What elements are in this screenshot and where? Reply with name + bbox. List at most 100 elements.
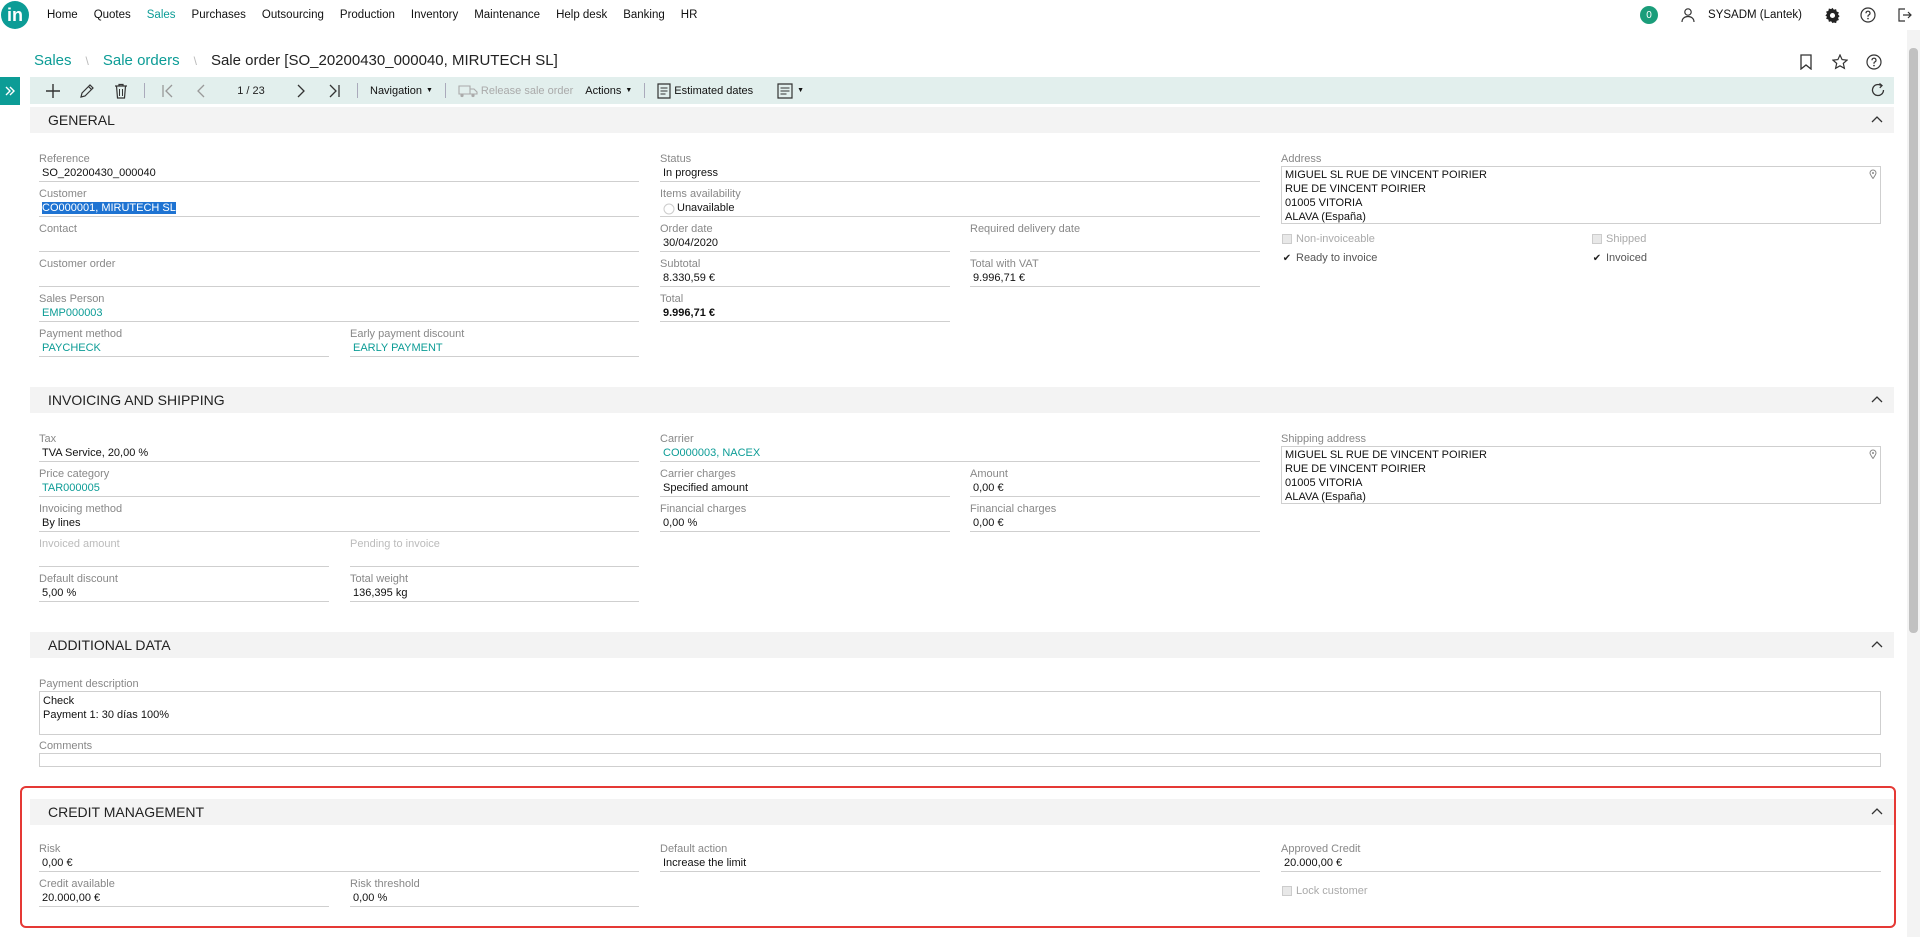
gear-icon[interactable] [1822,5,1842,25]
chevron-up-icon[interactable] [1870,805,1884,819]
amount-input[interactable]: 0,00 € [970,481,1260,497]
menu-item-purchases[interactable]: Purchases [184,9,254,21]
field-approved-credit: Approved Credit 20.000,00 € [1281,843,1881,872]
previous-record-icon[interactable] [185,77,219,104]
default-discount-input[interactable]: 5,00 % [39,586,329,602]
address-line: RUE DE VINCENT POIRIER [1285,463,1426,475]
breadcrumb-sales[interactable]: Sales [34,52,72,69]
field-label: Carrier [660,433,694,445]
ready-to-invoice-checkbox[interactable]: ✔ Ready to invoice [1282,252,1378,264]
release-sale-order-button[interactable]: Release sale order [452,84,579,98]
app-logo[interactable]: in [1,1,29,29]
risk-threshold-input[interactable]: 0,00 % [350,891,639,907]
map-pin-icon[interactable] [1869,169,1877,179]
map-pin-icon[interactable] [1869,449,1877,459]
address-line: ALAVA (España) [1285,211,1366,223]
menu-item-inventory[interactable]: Inventory [403,9,466,21]
actions-menu[interactable]: Actions ▼ [579,85,638,97]
reference-input[interactable]: SO_20200430_000040 [39,166,639,182]
estimated-dates-button[interactable]: Estimated dates [651,82,759,99]
sales-person-input[interactable]: EMP000003 [39,306,639,322]
checkmark-icon: ✔ [1282,252,1292,264]
shipped-checkbox[interactable]: Shipped [1592,233,1646,245]
section-credit-management: CREDIT MANAGEMENT Risk 0,00 € Credit ava… [30,799,1894,925]
items-availability-input[interactable]: Unavailable [660,201,1260,217]
last-record-icon[interactable] [317,77,351,104]
field-customer-order: Customer order [39,258,639,287]
delete-icon[interactable] [104,77,138,104]
customer-input[interactable]: CO000001, MIRUTECH SL [39,201,639,217]
truck-icon [458,84,478,97]
user-name[interactable]: SYSADM (Lantek) [1708,9,1802,21]
section-header-credit[interactable]: CREDIT MANAGEMENT [30,799,1894,825]
section-header-invoicing[interactable]: INVOICING AND SHIPPING [30,387,1894,413]
help-icon[interactable] [1858,5,1878,25]
early-payment-input[interactable]: EARLY PAYMENT [350,341,639,357]
field-label: Customer order [39,258,116,270]
sidebar-toggle[interactable] [0,77,20,105]
required-delivery-date-input[interactable] [970,236,1260,252]
comments-textarea[interactable] [39,753,1881,767]
menu-item-maintenance[interactable]: Maintenance [466,9,548,21]
total-with-vat-value: 9.996,71 € [970,271,1260,287]
lock-customer-checkbox[interactable]: Lock customer [1282,885,1368,897]
invoiced-amount-value [39,551,329,567]
payment-description-textarea[interactable]: Check Payment 1: 30 días 100% [39,691,1881,735]
invoicing-method-input[interactable]: By lines [39,516,639,532]
approved-credit-input[interactable]: 20.000,00 € [1281,856,1881,872]
menu-item-production[interactable]: Production [332,9,403,21]
next-record-icon[interactable] [283,77,317,104]
address-textarea[interactable]: MIGUEL SL RUE DE VINCENT POIRIER RUE DE … [1281,166,1881,224]
financial-charges-amount-input[interactable]: 0,00 € [970,516,1260,532]
carrier-input[interactable]: CO000003, NACEX [660,446,1260,462]
menu-item-quotes[interactable]: Quotes [86,9,139,21]
user-icon[interactable] [1678,5,1698,25]
field-total-weight: Total weight 136,395 kg [350,573,639,602]
chevron-up-icon[interactable] [1870,638,1884,652]
edit-icon[interactable] [70,77,104,104]
star-icon[interactable] [1830,52,1850,72]
section-title: ADDITIONAL DATA [48,637,171,653]
scrollbar-thumb[interactable] [1909,48,1918,633]
section-header-additional[interactable]: ADDITIONAL DATA [30,632,1894,658]
chevron-up-icon[interactable] [1870,113,1884,127]
carrier-charges-input[interactable]: Specified amount [660,481,950,497]
menu-item-sales[interactable]: Sales [139,9,184,21]
first-record-icon[interactable] [151,77,185,104]
record-pager: 1 / 23 [237,84,265,97]
field-label: Risk threshold [350,878,420,890]
status-input[interactable]: In progress [660,166,1260,182]
estimated-dates-label: Estimated dates [674,84,754,97]
menu-item-help-desk[interactable]: Help desk [548,9,615,21]
add-icon[interactable] [36,77,70,104]
financial-charges-percent-input[interactable]: 0,00 % [660,516,950,532]
caret-down-icon: ▼ [425,87,433,94]
chevron-up-icon[interactable] [1870,393,1884,407]
shipping-address-textarea[interactable]: MIGUEL SL RUE DE VINCENT POIRIER RUE DE … [1281,446,1881,504]
document-icon [657,82,671,99]
payment-method-input[interactable]: PAYCHECK [39,341,329,357]
menu-item-outsourcing[interactable]: Outsourcing [254,9,332,21]
tax-input[interactable]: TVA Service, 20,00 % [39,446,639,462]
bookmark-icon[interactable] [1796,52,1816,72]
order-date-input[interactable]: 30/04/2020 [660,236,950,252]
navigation-menu[interactable]: Navigation ▼ [364,85,439,97]
help-icon[interactable] [1864,52,1884,72]
menu-item-hr[interactable]: HR [673,9,706,21]
refresh-icon[interactable] [1870,82,1886,101]
customer-order-input[interactable] [39,271,639,287]
toolbar: 1 / 23 Navigation ▼ Release sale order Ac… [30,77,1894,104]
section-header-general[interactable]: GENERAL [30,107,1894,133]
breadcrumb-sale-orders[interactable]: Sale orders [103,52,180,69]
logout-icon[interactable] [1894,5,1914,25]
menu-item-banking[interactable]: Banking [615,9,673,21]
notifications-badge[interactable]: 0 [1640,6,1659,24]
invoiced-checkbox[interactable]: ✔ Invoiced [1592,252,1647,264]
menu-item-home[interactable]: Home [39,9,86,21]
default-action-input[interactable]: Increase the limit [660,856,1260,872]
non-invoiceable-checkbox[interactable]: Non-invoiceable [1282,233,1375,245]
field-label: Financial charges [970,503,1057,515]
price-category-input[interactable]: TAR000005 [39,481,639,497]
report-menu[interactable]: ▼ [771,82,810,99]
contact-input[interactable] [39,236,639,252]
